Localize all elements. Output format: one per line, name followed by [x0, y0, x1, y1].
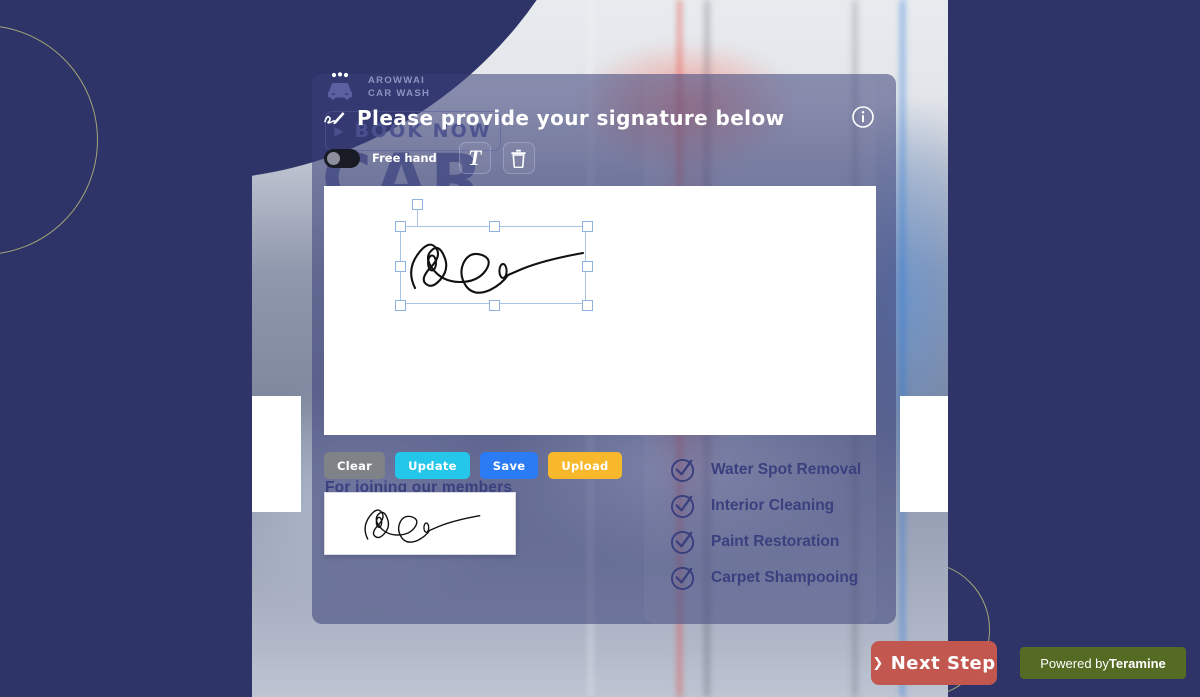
app-root: CAR Water Spot Removal Interior Cleaning — [0, 0, 1200, 697]
signature-actions: Clear Update Save Upload — [324, 452, 622, 479]
rotation-handle-line — [417, 210, 418, 227]
signature-canvas[interactable] — [324, 186, 876, 435]
brand-logo: AROWWAI CAR WASH — [324, 70, 430, 104]
rotation-handle[interactable] — [412, 199, 423, 210]
powered-by-brand: Teramine — [1108, 655, 1166, 671]
save-button[interactable]: Save — [479, 452, 539, 479]
signature-dialog: AROWWAI CAR WASH Please provide your sig… — [312, 60, 896, 624]
signature-pen-icon — [324, 112, 345, 125]
dialog-title-row: Please provide your signature below — [324, 106, 784, 130]
white-panel-right — [900, 396, 948, 512]
resize-handle-sw[interactable] — [395, 300, 406, 311]
freehand-label: Free hand — [372, 151, 437, 165]
upload-button[interactable]: Upload — [548, 452, 622, 479]
info-circle-icon[interactable] — [852, 106, 874, 128]
toggle-knob — [327, 151, 340, 165]
resize-handle-w[interactable] — [395, 260, 406, 272]
resize-handle-s[interactable] — [488, 300, 500, 311]
saved-signature-thumbnail[interactable] — [324, 492, 516, 555]
resize-handle-e[interactable] — [582, 260, 593, 272]
brand-line-2: CAR WASH — [368, 88, 431, 99]
resize-handle-nw[interactable] — [395, 221, 406, 232]
powered-by-badge[interactable]: Powered by Teramine — [1020, 647, 1186, 679]
update-button[interactable]: Update — [395, 452, 470, 479]
resize-handle-n[interactable] — [488, 221, 500, 232]
resize-handle-ne[interactable] — [582, 221, 593, 232]
text-tool-button[interactable]: T — [458, 142, 491, 174]
freehand-toggle[interactable] — [324, 148, 360, 168]
brand-text: AROWWAI CAR WASH — [368, 74, 430, 100]
selection-bounding-box[interactable] — [395, 221, 593, 311]
signature-toolbar: Free hand T — [324, 142, 535, 174]
next-step-label: Next Step — [890, 652, 996, 674]
chevron-right-icon: ❯ — [872, 655, 884, 671]
white-panel-left — [252, 396, 301, 512]
delete-tool-button[interactable] — [502, 142, 535, 174]
powered-by-prefix: Powered by — [1040, 655, 1109, 671]
resize-handle-se[interactable] — [582, 300, 593, 311]
text-tool-icon: T — [468, 145, 482, 170]
signature-thumbnail-drawing — [364, 508, 481, 543]
decorative-circle-left — [0, 25, 98, 255]
next-step-button[interactable]: ❯ Next Step — [871, 641, 997, 685]
car-wash-icon — [328, 72, 352, 100]
trash-icon — [511, 149, 527, 168]
page-title: Please provide your signature below — [357, 106, 785, 130]
brand-line-1: AROWWAI — [368, 75, 426, 86]
clear-button[interactable]: Clear — [324, 452, 386, 479]
